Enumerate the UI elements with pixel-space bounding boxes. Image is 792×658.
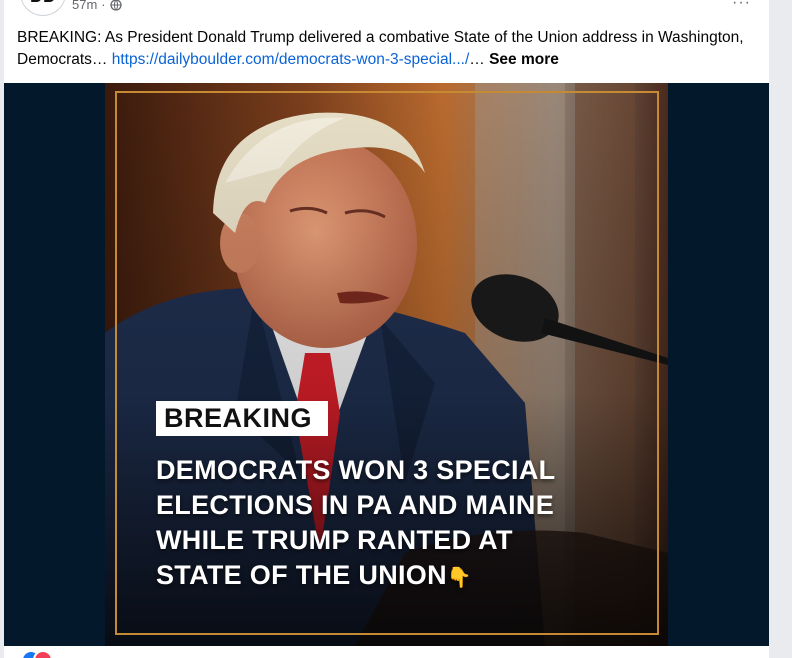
reaction-icons[interactable]: [21, 650, 61, 658]
more-options-icon[interactable]: ···: [732, 0, 751, 12]
pointing-down-icon: 👇: [446, 567, 473, 589]
post-meta: 57m ·: [72, 0, 122, 12]
headline-line: DEMOCRATS WON 3 SPECIAL: [156, 455, 556, 485]
post-body: BREAKING: As President Donald Trump deli…: [17, 27, 752, 71]
headline-line: STATE OF THE UNION👇: [156, 558, 656, 596]
page-avatar[interactable]: DD: [20, 0, 66, 16]
image-headline: DEMOCRATS WON 3 SPECIAL ELECTIONS IN PA …: [156, 453, 656, 596]
headline-line-text: STATE OF THE UNION: [156, 560, 447, 590]
breaking-label: BREAKING: [156, 401, 329, 436]
love-icon: [33, 650, 53, 658]
see-more-button[interactable]: See more: [489, 51, 559, 68]
news-photo: BREAKING DEMOCRATS WON 3 SPECIAL ELECTIO…: [105, 83, 668, 646]
post-timestamp[interactable]: 57m: [72, 0, 97, 12]
post-link[interactable]: https://dailyboulder.com/democrats-won-3…: [112, 51, 470, 68]
avatar-initials: DD: [30, 0, 56, 7]
post-image[interactable]: BREAKING DEMOCRATS WON 3 SPECIAL ELECTIO…: [4, 83, 769, 646]
headline-line: ELECTIONS IN PA AND MAINE: [156, 490, 555, 520]
feed-post: DD 57m · ··· BREAKING: As President Dona…: [4, 0, 769, 658]
headline-line: WHILE TRUMP RANTED AT: [156, 525, 513, 555]
link-ellipsis: …: [469, 51, 485, 68]
globe-icon[interactable]: [109, 0, 122, 11]
meta-separator: ·: [101, 0, 106, 12]
